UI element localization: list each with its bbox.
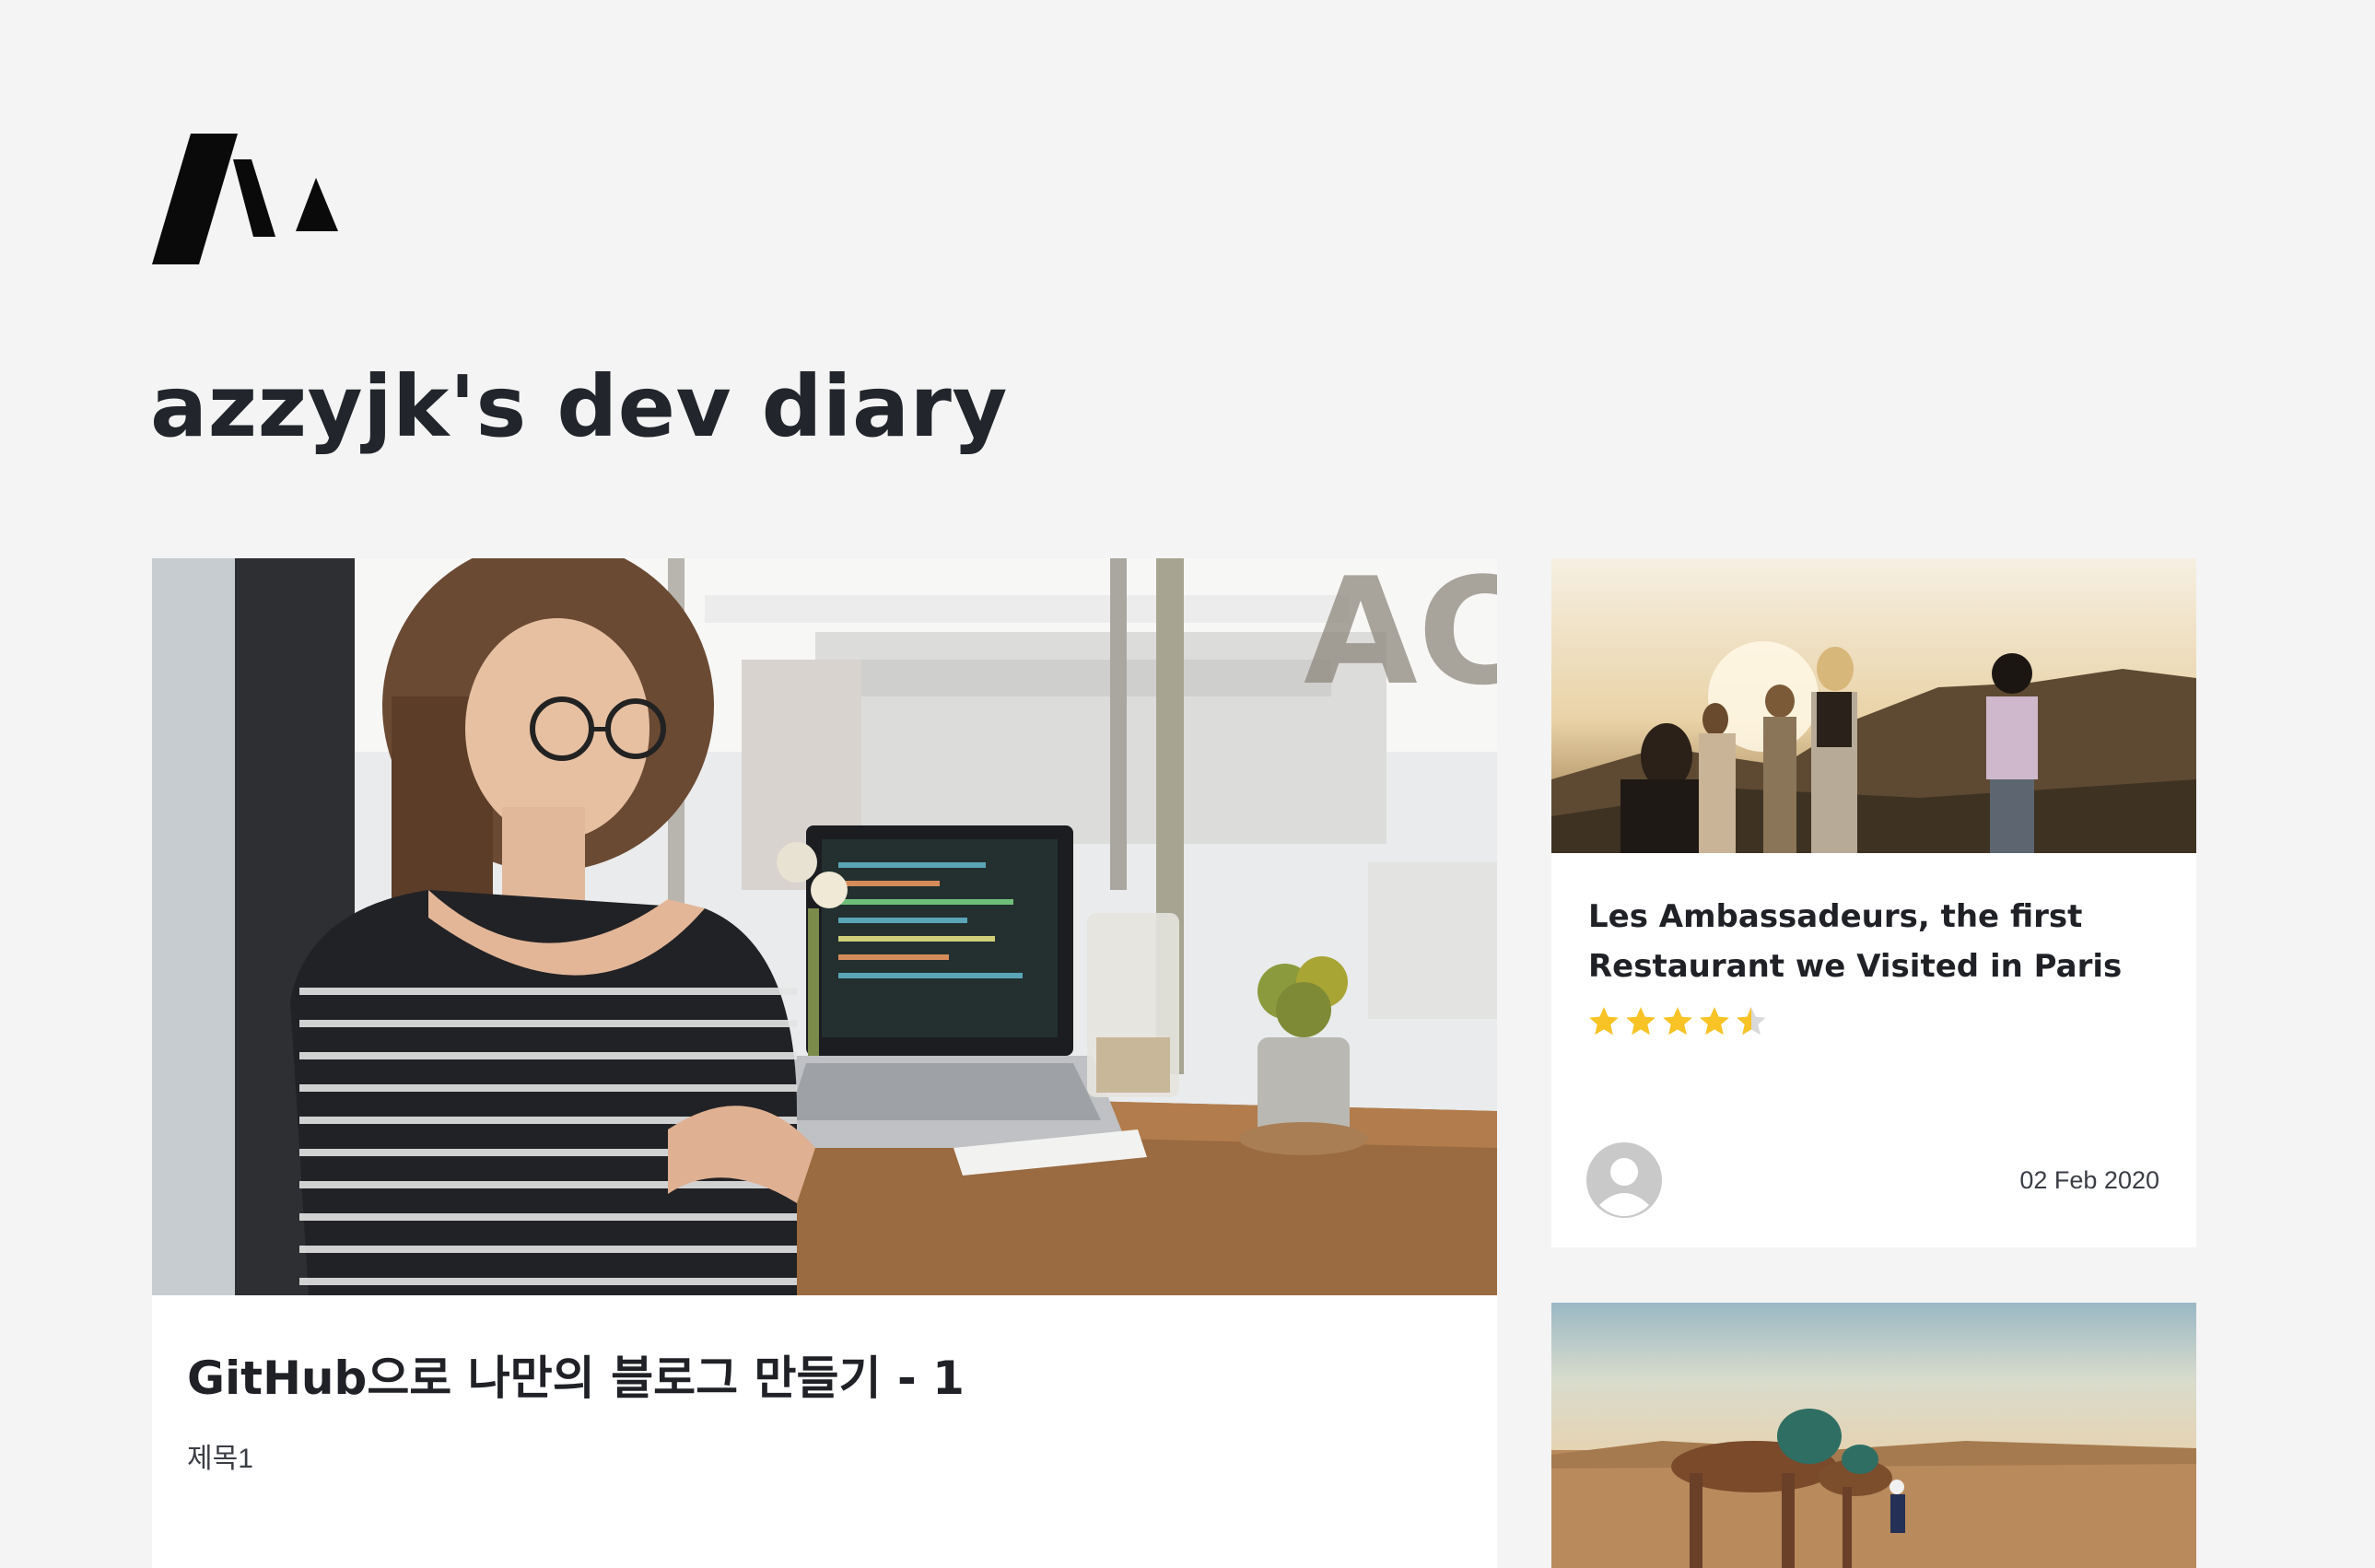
post-date: 02 Feb 2020 <box>2019 1166 2159 1194</box>
user-avatar-icon[interactable] <box>1586 1142 1662 1218</box>
blog-page: azzyjk's dev diary AC GitHub으로 나만의 블로그 만… <box>0 0 2375 1568</box>
featured-post-excerpt: 제목1 <box>187 1444 253 1474</box>
site-title[interactable]: azzyjk's dev diary <box>150 357 1008 456</box>
rating-stars <box>1586 1004 1769 1041</box>
svg-text:AC: AC <box>1304 558 1497 718</box>
star-icon <box>1700 1007 1729 1036</box>
side-post-card[interactable] <box>1551 1303 2196 1568</box>
star-half-icon <box>1737 1007 1766 1036</box>
star-icon <box>1589 1007 1619 1036</box>
side-post-image[interactable] <box>1551 1303 2196 1568</box>
featured-post-card[interactable]: AC GitHub으로 나만의 블로그 만들기 - 1 제목1 <box>152 558 1497 1568</box>
featured-post-title[interactable]: GitHub으로 나만의 블로그 만들기 - 1 <box>187 1341 965 1408</box>
side-post-title[interactable]: Les Ambassadeurs, the first Restaurant w… <box>1588 892 2169 991</box>
side-post-image[interactable] <box>1551 558 2196 853</box>
star-icon <box>1663 1007 1692 1036</box>
featured-post-image[interactable]: AC <box>152 558 1497 1295</box>
side-post-card[interactable]: Les Ambassadeurs, the first Restaurant w… <box>1551 558 2196 1247</box>
brand-logo-icon <box>152 134 338 264</box>
star-icon <box>1626 1007 1655 1036</box>
